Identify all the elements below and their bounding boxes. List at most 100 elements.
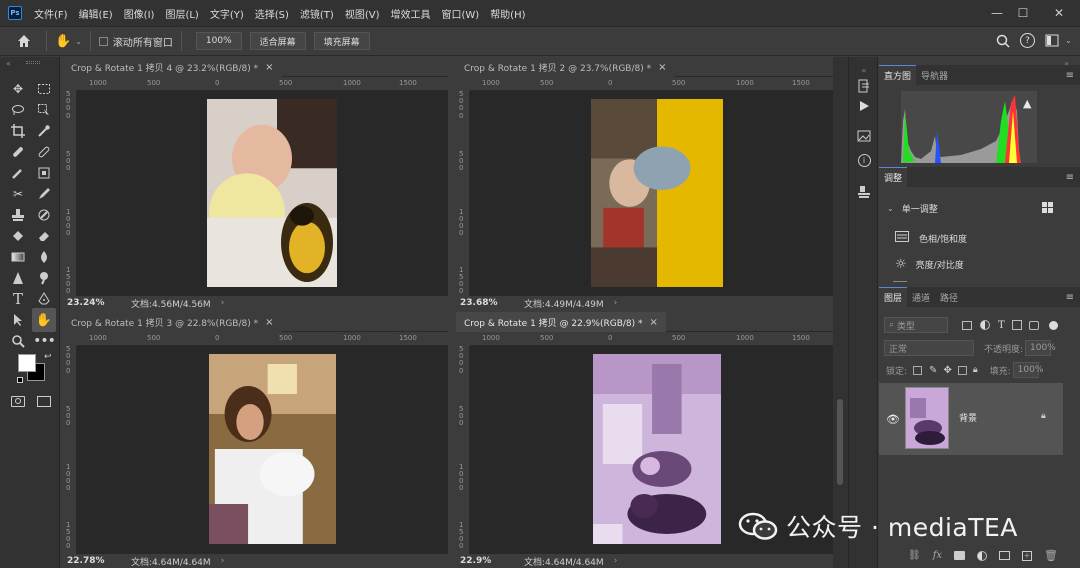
tab-histogram[interactable]: 直方图 [879, 65, 917, 85]
tab-layers[interactable]: 图层 [879, 287, 908, 307]
filter-pixel-icon[interactable] [962, 320, 972, 330]
chevron-right-icon[interactable]: › [221, 298, 225, 308]
blend-mode-select[interactable]: 正常 [884, 340, 974, 356]
horizontal-ruler[interactable]: 1000 500 0 500 1000 1500 [77, 332, 448, 346]
fill-field[interactable]: 100% [1012, 362, 1043, 378]
more-tools-icon[interactable]: ••• [33, 331, 56, 351]
grip-icon[interactable] [26, 61, 40, 64]
maximize-button[interactable]: ☐ [1006, 0, 1040, 26]
pattern-stamp-tool-icon[interactable] [34, 163, 54, 183]
ruler-origin[interactable] [456, 77, 470, 91]
zoom-level[interactable]: 22.9% [456, 556, 508, 566]
zoom-level[interactable]: 23.68% [456, 298, 508, 308]
close-button[interactable]: ✕ [1042, 0, 1076, 26]
close-tab-icon[interactable]: × [265, 317, 273, 328]
scroll-all-checkbox[interactable]: 滚动所有窗口 [98, 34, 173, 49]
ruler-origin[interactable] [63, 332, 77, 346]
layer-name[interactable]: 背景 [959, 411, 977, 424]
object-select-tool-icon[interactable] [34, 100, 54, 120]
hand-tool-icon[interactable]: ✋ [32, 308, 56, 332]
search-icon[interactable] [996, 34, 1010, 51]
close-tab-icon[interactable]: × [658, 62, 666, 73]
document-tab[interactable]: Crop & Rotate 1 拷贝 @ 22.9%(RGB/8) * × [456, 312, 666, 332]
menu-item[interactable]: 图像(I) [124, 6, 155, 21]
collapse-icon[interactable]: « [6, 59, 11, 68]
sharpen-tool-icon[interactable] [8, 268, 28, 288]
menu-item[interactable]: 文件(F) [34, 6, 68, 21]
pencil-tool-icon[interactable] [34, 184, 54, 204]
chevron-down-icon[interactable]: ⌄ [887, 204, 894, 213]
menu-item[interactable]: 视图(V) [345, 6, 380, 21]
quick-mask-icon[interactable] [11, 396, 25, 407]
hand-tool-preset-icon[interactable]: ✋ ⌄ [55, 34, 82, 49]
chevron-right-icon[interactable]: › [614, 556, 618, 566]
brush-tool-icon[interactable] [8, 163, 28, 183]
tab-paths[interactable]: 路径 [935, 287, 963, 307]
properties-image-icon[interactable] [855, 127, 873, 145]
filter-toggle-icon[interactable] [1048, 320, 1058, 330]
chevron-down-icon[interactable]: ⌄ [1065, 36, 1072, 45]
panel-menu-icon[interactable]: ≡ [1066, 292, 1074, 303]
path-select-tool-icon[interactable] [8, 310, 28, 330]
warning-icon[interactable]: ▲ [1023, 97, 1031, 110]
document-tab[interactable]: Crop & Rotate 1 拷贝 3 @ 22.8%(RGB/8) * × [63, 312, 282, 332]
menu-item[interactable]: 帮助(H) [490, 6, 525, 21]
vertical-ruler[interactable]: 5 0 005 0 01 0 0 01 5 0 0 [456, 346, 470, 554]
menu-item[interactable]: 文字(Y) [210, 6, 244, 21]
new-adjustment-icon[interactable] [977, 550, 988, 561]
vertical-ruler[interactable]: 5 0 005 0 01 0 0 01 5 0 0 [456, 91, 470, 296]
filter-adjustment-icon[interactable] [980, 320, 990, 330]
tool-presets-icon[interactable] [855, 183, 873, 201]
document-tab[interactable]: Crop & Rotate 1 拷贝 4 @ 23.2%(RGB/8) * × [63, 57, 282, 77]
workspace-icon[interactable] [1045, 34, 1061, 50]
new-group-icon[interactable] [999, 551, 1011, 560]
zoom-level[interactable]: 22.78% [63, 556, 115, 566]
move-tool-icon[interactable]: ✥ [8, 79, 28, 99]
vertical-ruler[interactable]: 5 0 005 0 01 0 0 01 5 0 0 [63, 91, 77, 296]
info-icon[interactable]: i [855, 151, 873, 169]
delete-layer-icon[interactable]: 🗑︎ [1044, 549, 1058, 562]
panel-menu-icon[interactable]: ≡ [1066, 70, 1074, 81]
home-icon[interactable] [10, 34, 38, 48]
canvas[interactable] [77, 91, 448, 296]
dodge-tool-icon[interactable] [34, 268, 54, 288]
lasso-tool-icon[interactable] [8, 100, 28, 120]
help-icon[interactable]: ? [1020, 33, 1035, 48]
clone-stamp-tool-icon[interactable] [8, 205, 28, 225]
canvas[interactable] [470, 91, 833, 296]
horizontal-ruler[interactable]: 1000 500 0 500 1000 1500 [470, 77, 833, 91]
gradient-tool-icon[interactable] [8, 247, 28, 267]
zoom-100-button[interactable]: 100% [195, 32, 242, 50]
menu-item[interactable]: 窗口(W) [441, 6, 479, 21]
menu-item[interactable]: 滤镜(T) [300, 6, 334, 21]
fx-icon[interactable]: fx [933, 550, 942, 561]
adjust-item-hue-sat[interactable]: 色相/饱和度 [879, 230, 1080, 246]
panel-menu-icon[interactable]: ≡ [1066, 172, 1074, 183]
crop-tool-icon[interactable] [8, 121, 28, 141]
paint-bucket-tool-icon[interactable] [8, 226, 28, 246]
horizontal-ruler[interactable]: 1000 500 0 500 1000 1500 [77, 77, 448, 91]
eyedropper-tool-icon[interactable] [34, 121, 54, 141]
menu-item[interactable]: 编辑(E) [79, 6, 113, 21]
screen-mode-icon[interactable] [37, 396, 51, 407]
lock-transparent-icon[interactable] [913, 365, 923, 375]
layer-filter-kind[interactable]: ⌕ 类型 [884, 317, 948, 333]
single-adjust-label[interactable]: 单一调整 [902, 202, 938, 215]
pen-tool-icon[interactable] [34, 289, 54, 309]
link-layers-icon[interactable]: ⛓︎ [908, 550, 921, 561]
marquee-tool-icon[interactable] [34, 79, 54, 99]
actions-play-icon[interactable] [855, 97, 873, 115]
zoom-tool-icon[interactable] [8, 331, 28, 351]
lock-pixels-icon[interactable]: ✎ [929, 365, 937, 376]
close-tab-icon[interactable]: × [650, 317, 658, 328]
document-scrollbar[interactable] [833, 57, 848, 568]
lock-artboard-icon[interactable] [957, 365, 967, 375]
fill-screen-button[interactable]: 填充屏幕 [313, 32, 370, 50]
lock-position-icon[interactable]: ✥ [943, 365, 951, 376]
chevron-right-icon[interactable]: › [221, 556, 225, 566]
fit-screen-button[interactable]: 适合屏幕 [249, 32, 306, 50]
grid-view-icon[interactable] [1042, 202, 1053, 216]
type-tool-icon[interactable]: T [8, 289, 28, 309]
horizontal-ruler[interactable]: 1000 500 0 500 1000 1500 [470, 332, 833, 346]
blur-tool-icon[interactable] [34, 247, 54, 267]
